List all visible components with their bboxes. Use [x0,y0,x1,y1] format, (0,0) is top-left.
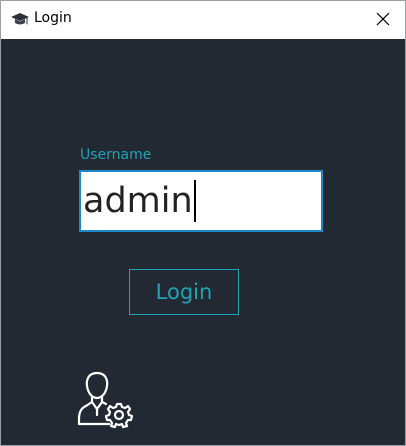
close-button[interactable] [361,1,405,39]
user-settings-icon[interactable] [73,369,135,431]
close-icon [376,11,390,30]
title-bar: Login [1,1,405,39]
login-panel: Username admin Login [1,39,405,445]
login-button-label: Login [155,280,213,304]
window-title: Login [34,10,72,26]
text-caret [193,180,196,222]
login-window: Login Username admin Login [0,0,406,446]
username-input[interactable]: admin [79,170,323,232]
graduation-cap-icon [10,11,30,29]
username-value: admin [83,181,193,221]
login-button[interactable]: Login [129,269,239,315]
username-label: Username [80,147,152,163]
